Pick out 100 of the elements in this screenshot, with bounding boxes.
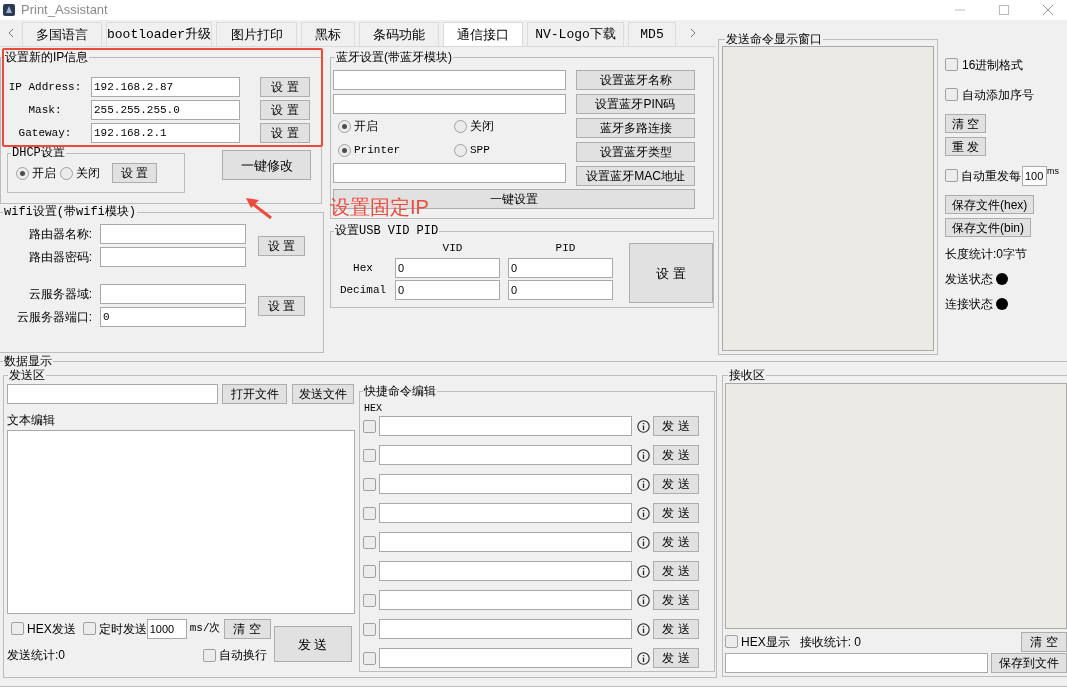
action-button[interactable]: 重 发 <box>945 137 987 156</box>
info-icon[interactable] <box>637 593 650 607</box>
set-button[interactable]: 设 置 <box>112 163 157 183</box>
input-field[interactable] <box>379 503 632 523</box>
checkbox[interactable] <box>363 564 376 578</box>
checkbox[interactable] <box>363 622 376 636</box>
tab[interactable]: bootloader升级 <box>106 22 212 46</box>
send-button[interactable]: 发 送 <box>653 648 699 668</box>
set-button[interactable]: 设置蓝牙MAC地址 <box>576 166 695 186</box>
checkbox[interactable] <box>945 88 958 101</box>
apply-button[interactable]: 一键修改 <box>222 150 311 180</box>
action-button[interactable]: 保存文件(hex) <box>945 195 1035 214</box>
checkbox[interactable] <box>202 648 216 662</box>
tab[interactable]: NV-Logo下载 <box>527 22 624 46</box>
input-field[interactable]: 255.255.255.0 <box>91 100 240 120</box>
tab[interactable]: 条码功能 <box>359 22 439 46</box>
input-field[interactable]: 0 <box>508 280 613 300</box>
tab[interactable]: 黑标 <box>301 22 355 46</box>
input-field[interactable] <box>333 70 566 90</box>
send-button[interactable]: 发 送 <box>653 474 699 494</box>
tab[interactable]: MD5 <box>628 22 676 46</box>
radio-button[interactable] <box>454 119 467 133</box>
set-button[interactable]: 蓝牙多路连接 <box>576 118 695 138</box>
info-icon[interactable] <box>637 448 650 462</box>
info-icon[interactable] <box>637 651 650 665</box>
info-icon[interactable] <box>637 477 650 491</box>
set-button[interactable]: 设 置 <box>260 123 310 143</box>
checkbox[interactable] <box>363 535 376 549</box>
close-icon[interactable] <box>1043 5 1053 15</box>
input-field[interactable] <box>379 416 632 436</box>
set-button[interactable]: 设 置 <box>260 100 310 120</box>
tab[interactable]: 多国语言 <box>22 22 102 46</box>
clear-button[interactable]: 清 空 <box>223 618 271 639</box>
set-button[interactable]: 设 置 <box>258 235 305 256</box>
set-button[interactable]: 设置蓝牙类型 <box>576 142 695 162</box>
send-button[interactable]: 发 送 <box>653 590 699 610</box>
chevron-left-icon[interactable] <box>8 28 14 38</box>
send-button[interactable]: 发 送 <box>653 561 699 581</box>
input-field[interactable] <box>379 648 632 668</box>
set-button[interactable]: 设 置 <box>260 77 310 97</box>
input-field[interactable]: 1000 <box>146 618 187 639</box>
radio-button[interactable] <box>338 143 351 157</box>
input-field[interactable]: 100 <box>1022 165 1047 186</box>
checkbox[interactable] <box>11 622 24 635</box>
input-field[interactable]: 0 <box>395 258 500 278</box>
input-field[interactable] <box>100 224 246 244</box>
info-icon[interactable] <box>637 564 650 578</box>
clear-button[interactable]: 清 空 <box>1021 631 1067 652</box>
send-file-button[interactable]: 发送文件 <box>292 384 354 404</box>
send-button[interactable]: 发 送 <box>653 532 699 552</box>
open-file-button[interactable]: 打开文件 <box>222 384 287 404</box>
checkbox[interactable] <box>725 635 738 648</box>
input-field[interactable] <box>379 532 632 552</box>
input-field[interactable]: 0 <box>100 307 246 327</box>
input-field[interactable]: 192.168.2.87 <box>91 77 240 97</box>
set-button[interactable]: 设置蓝牙名称 <box>576 70 695 90</box>
input-field[interactable] <box>379 619 632 639</box>
input-field[interactable] <box>379 445 632 465</box>
send-button[interactable]: 发 送 <box>653 445 699 465</box>
input-field[interactable] <box>100 284 246 304</box>
action-button[interactable]: 清 空 <box>945 114 987 133</box>
input-field[interactable] <box>379 590 632 610</box>
send-button[interactable]: 发 送 <box>653 503 699 523</box>
checkbox[interactable] <box>363 419 376 433</box>
input-field[interactable] <box>7 384 218 404</box>
tab[interactable]: 通信接口 <box>443 22 523 46</box>
input-field[interactable] <box>379 561 632 581</box>
save-button[interactable]: 保存到文件 <box>991 653 1067 673</box>
input-field[interactable] <box>379 474 632 494</box>
info-icon[interactable] <box>637 419 650 433</box>
checkbox[interactable] <box>363 506 376 520</box>
tab[interactable]: 图片打印 <box>216 22 297 46</box>
radio-button[interactable] <box>454 143 467 157</box>
input-field[interactable] <box>725 653 988 673</box>
radio-button[interactable] <box>338 119 351 133</box>
input-field[interactable]: 192.168.2.1 <box>91 123 240 143</box>
checkbox[interactable] <box>363 593 376 607</box>
send-button[interactable]: 发 送 <box>653 416 699 436</box>
input-field[interactable]: 0 <box>508 258 613 278</box>
input-field[interactable]: 0 <box>395 280 500 300</box>
maximize-icon[interactable] <box>999 5 1009 15</box>
checkbox[interactable] <box>82 622 96 635</box>
info-icon[interactable] <box>637 622 650 636</box>
set-button[interactable]: 设置蓝牙PIN码 <box>576 94 695 114</box>
checkbox[interactable] <box>363 448 376 462</box>
checkbox[interactable] <box>363 477 376 491</box>
info-icon[interactable] <box>637 506 650 520</box>
info-icon[interactable] <box>637 535 650 549</box>
checkbox[interactable] <box>363 651 376 665</box>
input-field[interactable] <box>333 163 566 183</box>
checkbox[interactable] <box>945 58 958 71</box>
action-button[interactable]: 保存文件(bin) <box>945 218 1031 237</box>
checkbox[interactable] <box>945 169 958 182</box>
chevron-right-icon[interactable] <box>690 28 696 38</box>
set-button[interactable]: 设 置 <box>258 295 305 316</box>
input-field[interactable] <box>333 94 566 114</box>
send-button[interactable]: 发 送 <box>653 619 699 639</box>
send-button[interactable]: 发 送 <box>273 626 352 662</box>
radio-button[interactable] <box>60 166 73 180</box>
input-field[interactable] <box>100 247 246 267</box>
